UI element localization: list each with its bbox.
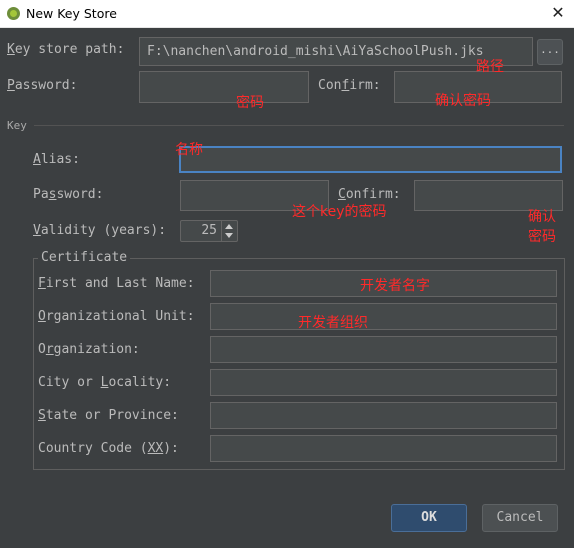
annotation-password: 密码: [236, 95, 264, 111]
annotation-dev-org: 开发者组织: [298, 315, 368, 331]
city-locality-label: City or Locality:: [38, 375, 172, 390]
country-code-label: Country Code (XX):: [38, 441, 179, 456]
validity-value: 25: [201, 223, 217, 238]
first-last-name-label: First and Last Name:: [38, 276, 195, 291]
org-unit-input[interactable]: [210, 303, 557, 330]
spinner-buttons: [221, 221, 237, 241]
keystore-confirm-label: Confirm:: [318, 78, 381, 93]
validity-spinner[interactable]: 25: [180, 220, 238, 242]
spinner-up-icon[interactable]: [225, 224, 233, 229]
annotation-key-password: 这个key的密码: [292, 204, 387, 220]
key-confirm-label: Confirm:: [338, 187, 401, 202]
annotation-alias: 名称: [175, 142, 203, 158]
annotation-key-confirm-2: 密码: [528, 229, 556, 245]
annotation-key-confirm-1: 确认: [528, 209, 556, 225]
close-icon[interactable]: ✕: [548, 3, 568, 23]
keystore-password-label: Password:: [7, 78, 78, 93]
organization-input[interactable]: [210, 336, 557, 363]
key-store-path-input[interactable]: F:\nanchen\android_mishi\AiYaSchoolPush.…: [139, 37, 533, 66]
country-code-input[interactable]: [210, 435, 557, 462]
organization-label: Organization:: [38, 342, 140, 357]
city-locality-input[interactable]: [210, 369, 557, 396]
ok-button[interactable]: OK: [391, 504, 467, 532]
alias-input[interactable]: [179, 146, 562, 173]
key-section-label: Key: [7, 119, 27, 132]
android-studio-icon: [7, 7, 20, 20]
key-password-label: Password:: [33, 187, 104, 202]
key-confirm-input[interactable]: [414, 180, 563, 211]
validity-label: Validity (years):: [33, 223, 167, 238]
window-title: New Key Store: [26, 6, 117, 21]
cancel-button[interactable]: Cancel: [482, 504, 558, 532]
annotation-path: 路径: [476, 59, 504, 75]
key-store-path-label: Key store path:: [7, 42, 125, 57]
key-section-divider: [34, 125, 564, 126]
keystore-password-input[interactable]: [139, 71, 309, 103]
annotation-dev-name: 开发者名字: [360, 278, 430, 294]
state-province-label: State or Province:: [38, 408, 179, 423]
certificate-title: Certificate: [38, 251, 131, 265]
title-bar: New Key Store ✕: [0, 0, 574, 28]
browse-button[interactable]: ...: [537, 39, 563, 65]
spinner-down-icon[interactable]: [225, 233, 233, 238]
annotation-confirm: 确认密码: [435, 93, 491, 109]
org-unit-label: Organizational Unit:: [38, 309, 195, 324]
state-province-input[interactable]: [210, 402, 557, 429]
alias-label: Alias:: [33, 152, 80, 167]
